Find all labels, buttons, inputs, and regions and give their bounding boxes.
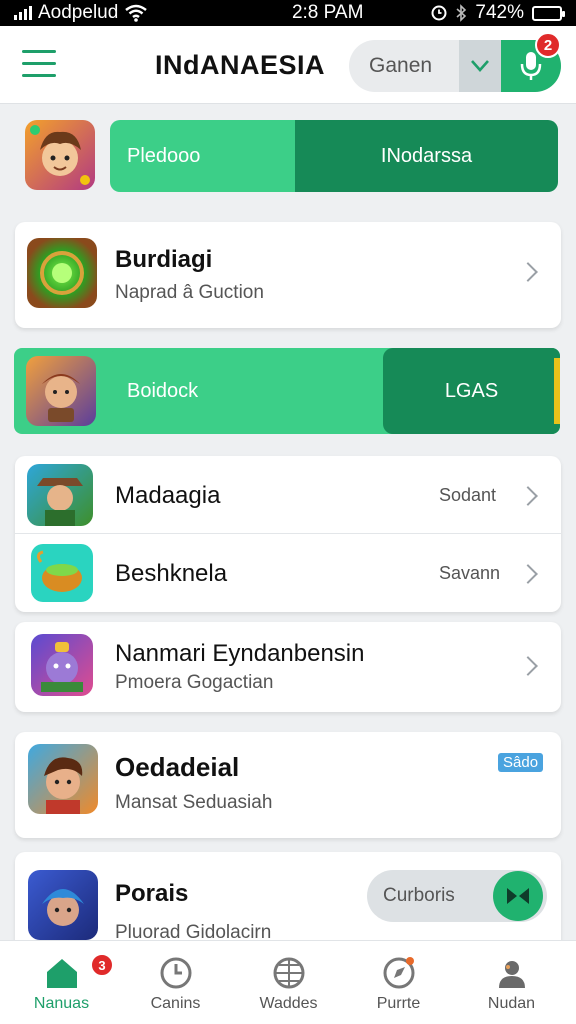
list-item-beshknela[interactable]: Beshknela Savann xyxy=(15,534,561,612)
nav-label: Nanuas xyxy=(33,995,90,1012)
list-item-nanmari[interactable]: Nanmari Eyndanbensin Pmoera Gogactian xyxy=(15,622,561,712)
shuffle-icon xyxy=(507,888,529,904)
chevron-right-icon xyxy=(518,486,538,506)
signal-icon xyxy=(14,6,32,20)
nav-item-purrte[interactable]: Purrte xyxy=(341,941,456,1024)
home-icon xyxy=(47,959,77,988)
banner2-option-right[interactable]: LGAS xyxy=(383,348,560,434)
toggle-knob xyxy=(493,871,543,921)
alarm-icon xyxy=(431,5,447,21)
nav-item-canins[interactable]: Canins xyxy=(118,941,233,1024)
nav-badge: 3 xyxy=(90,953,114,977)
carrier-name: Aodpelud xyxy=(38,2,119,23)
bluetooth-icon xyxy=(456,4,467,22)
chevron-right-icon xyxy=(518,262,538,282)
wifi-icon xyxy=(125,4,148,22)
compass-icon xyxy=(383,957,415,989)
banner-option-right-label: INodarssa xyxy=(380,145,473,167)
game-icon-mage xyxy=(28,870,98,940)
clock-icon xyxy=(160,957,192,989)
nav-item-nudan[interactable]: Nudan xyxy=(454,941,569,1024)
toggle-switch[interactable]: Curboris xyxy=(367,870,547,922)
banner-icon-cell xyxy=(14,348,110,434)
nav-item-waddes[interactable]: Waddes xyxy=(231,941,346,1024)
item-title: Nanmari Eyndanbensin xyxy=(115,640,365,667)
banner-toggle-1: Pledooo INodarssa xyxy=(110,120,558,192)
banner-option-left-label: Pledooo xyxy=(127,145,201,167)
toggle-label: Curboris xyxy=(383,885,455,906)
chevron-down-icon[interactable] xyxy=(459,40,501,92)
game-icon-hero[interactable] xyxy=(25,120,95,190)
list-item-oedadeial[interactable]: Oedadeial Mansat Seduasiah Sâdo xyxy=(15,732,561,838)
search-input[interactable]: Ganen xyxy=(369,54,432,78)
status-time: 2:8 PAM xyxy=(291,2,364,23)
profile-icon xyxy=(499,961,525,988)
item-tag-badge: Sâdo xyxy=(498,753,544,772)
banner-toggle-2: Boidock LGAS xyxy=(14,348,560,434)
banner-option-right[interactable]: INodarssa xyxy=(295,120,558,192)
game-icon-cowboy xyxy=(27,464,93,526)
list-item-madaagia[interactable]: Madaagia Sodant xyxy=(15,456,561,534)
battery-icon xyxy=(532,5,565,21)
battery-percent: 742% xyxy=(475,2,524,23)
list-item-burdiagi[interactable]: Burdiagi Naprad â Guction xyxy=(15,222,561,328)
item-subtitle: Naprad â Guction xyxy=(115,282,264,303)
chevron-right-icon xyxy=(518,656,538,676)
bottom-nav: 3 Nanuas Canins Waddes Purrte Nudan xyxy=(0,940,576,1024)
search-bar[interactable]: Ganen 2 xyxy=(349,32,561,92)
page-title: INdANAESIA xyxy=(155,50,326,80)
menu-icon[interactable] xyxy=(22,50,56,78)
nav-label: Nudan xyxy=(487,995,536,1012)
banner2-accent-bar xyxy=(554,358,560,424)
nav-item-home[interactable]: 3 Nanuas xyxy=(4,941,119,1024)
notification-badge: 2 xyxy=(535,32,561,58)
item-side-text: Savann xyxy=(439,563,501,583)
game-icon-cauldron xyxy=(31,544,93,602)
list-item-porais[interactable]: Porais Pluorad Gidolacirn Curboris xyxy=(15,852,561,952)
item-subtitle: Pmoera Gogactian xyxy=(115,672,274,693)
game-icon-hero-boy xyxy=(28,744,98,814)
item-title: Madaagia xyxy=(115,482,221,509)
chevron-right-icon xyxy=(518,564,538,584)
nav-label: Waddes xyxy=(259,995,318,1012)
item-subtitle: Mansat Seduasiah xyxy=(115,792,273,813)
banner2-option-left-label: Boidock xyxy=(127,380,199,402)
nav-label: Purrte xyxy=(376,995,421,1012)
game-icon-orb xyxy=(27,238,97,308)
item-title: Porais xyxy=(115,880,189,907)
banner2-option-right-label: LGAS xyxy=(444,380,499,402)
status-bar: Aodpelud 2:8 PAM 742% xyxy=(0,0,576,26)
game-icon-monster xyxy=(31,634,93,696)
item-title: Burdiagi xyxy=(115,246,213,273)
list-group: Madaagia Sodant Beshknela Savann xyxy=(15,456,561,612)
game-icon-warrior[interactable] xyxy=(26,356,96,426)
app-header: INdANAESIA Ganen 2 xyxy=(0,26,576,104)
nav-label: Canins xyxy=(150,995,201,1012)
grid-globe-icon xyxy=(273,957,305,989)
item-title: Beshknela xyxy=(115,560,228,587)
item-title: Oedadeial xyxy=(115,752,240,782)
banner-option-left[interactable]: Pledooo xyxy=(110,120,295,192)
banner2-option-left[interactable]: Boidock xyxy=(110,348,383,434)
item-side-text: Sodant xyxy=(439,485,497,505)
